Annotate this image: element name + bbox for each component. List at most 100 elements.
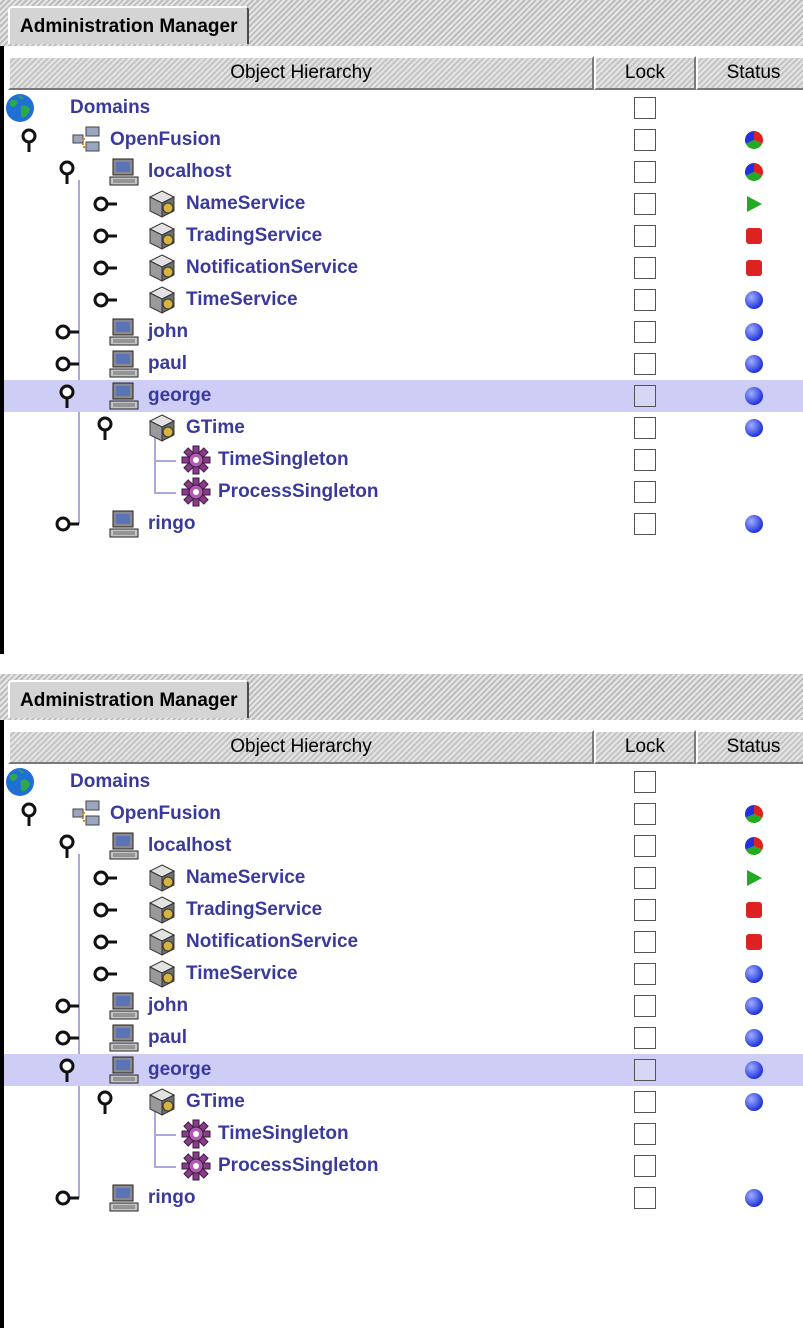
expanded-handle-icon[interactable] [52,157,82,187]
tree-node-label[interactable]: localhost [148,830,231,862]
lock-checkbox[interactable] [634,97,656,119]
tree-node-label[interactable]: NotificationService [186,926,358,958]
lock-checkbox[interactable] [634,449,656,471]
lock-checkbox[interactable] [634,129,656,151]
tree-node-label[interactable]: george [148,1054,211,1086]
tree-row-processsingleton[interactable]: ProcessSingleton [4,1150,803,1182]
lock-checkbox[interactable] [634,771,656,793]
tree-node-label[interactable]: TimeSingleton [218,444,349,476]
collapsed-handle-icon[interactable] [52,317,82,347]
tree-row-tradingservice[interactable]: TradingService [4,894,803,926]
tree-node-label[interactable]: george [148,380,211,412]
tab-administration-manager[interactable]: Administration Manager [8,680,250,718]
tree-node-label[interactable]: paul [148,1022,187,1054]
lock-checkbox[interactable] [634,995,656,1017]
tree-row-tradingservice[interactable]: TradingService [4,220,803,252]
collapsed-handle-icon[interactable] [90,189,120,219]
tree-node-label[interactable]: paul [148,348,187,380]
tree-node-label[interactable]: ringo [148,1182,196,1214]
expanded-handle-icon[interactable] [52,1055,82,1085]
lock-checkbox[interactable] [634,1027,656,1049]
lock-checkbox[interactable] [634,1059,656,1081]
lock-checkbox[interactable] [634,513,656,535]
lock-checkbox[interactable] [634,353,656,375]
tree-node-label[interactable]: TimeService [186,958,298,990]
lock-checkbox[interactable] [634,1187,656,1209]
tree-row-john[interactable]: john [4,990,803,1022]
tree-node-label[interactable]: ringo [148,508,196,540]
collapsed-handle-icon[interactable] [90,863,120,893]
tree-node-label[interactable]: TimeSingleton [218,1118,349,1150]
lock-checkbox[interactable] [634,161,656,183]
tree-node-label[interactable]: NotificationService [186,252,358,284]
expanded-handle-icon[interactable] [52,831,82,861]
lock-checkbox[interactable] [634,867,656,889]
column-header-status[interactable]: Status [696,56,803,90]
collapsed-handle-icon[interactable] [90,221,120,251]
column-header-lock[interactable]: Lock [594,56,696,90]
tree-row-domains[interactable]: Domains [4,766,803,798]
tree-row-openfusion[interactable]: OpenFusion [4,798,803,830]
expanded-handle-icon[interactable] [14,799,44,829]
collapsed-handle-icon[interactable] [52,349,82,379]
lock-checkbox[interactable] [634,1091,656,1113]
tree-row-localhost[interactable]: localhost [4,156,803,188]
tree-row-nameservice[interactable]: NameService [4,862,803,894]
lock-checkbox[interactable] [634,321,656,343]
tree-row-openfusion[interactable]: OpenFusion [4,124,803,156]
expanded-handle-icon[interactable] [90,1087,120,1117]
tree-row-timesingleton[interactable]: TimeSingleton [4,444,803,476]
lock-checkbox[interactable] [634,803,656,825]
lock-checkbox[interactable] [634,257,656,279]
tree-row-george[interactable]: george [4,1054,803,1086]
collapsed-handle-icon[interactable] [52,1023,82,1053]
tree-row-george[interactable]: george [4,380,803,412]
lock-checkbox[interactable] [634,899,656,921]
tree-row-timeservice[interactable]: TimeService [4,284,803,316]
tree-row-nameservice[interactable]: NameService [4,188,803,220]
collapsed-handle-icon[interactable] [52,509,82,539]
lock-checkbox[interactable] [634,1155,656,1177]
tree-row-paul[interactable]: paul [4,348,803,380]
expanded-handle-icon[interactable] [52,381,82,411]
column-header-object-hierarchy[interactable]: Object Hierarchy [8,56,594,90]
tree-row-ringo[interactable]: ringo [4,508,803,540]
tree-row-processsingleton[interactable]: ProcessSingleton [4,476,803,508]
column-header-object-hierarchy[interactable]: Object Hierarchy [8,730,594,764]
tree-node-label[interactable]: OpenFusion [110,124,221,156]
collapsed-handle-icon[interactable] [52,1183,82,1213]
lock-checkbox[interactable] [634,481,656,503]
tree-node-label[interactable]: john [148,316,188,348]
tree-row-timeservice[interactable]: TimeService [4,958,803,990]
lock-checkbox[interactable] [634,417,656,439]
tree-node-label[interactable]: GTime [186,1086,245,1118]
tree-row-domains[interactable]: Domains [4,92,803,124]
tree-row-paul[interactable]: paul [4,1022,803,1054]
tree-row-ringo[interactable]: ringo [4,1182,803,1214]
tree-node-label[interactable]: TradingService [186,220,322,252]
collapsed-handle-icon[interactable] [90,895,120,925]
expanded-handle-icon[interactable] [90,413,120,443]
lock-checkbox[interactable] [634,963,656,985]
tree-node-label[interactable]: john [148,990,188,1022]
collapsed-handle-icon[interactable] [90,927,120,957]
tree-row-notificationservice[interactable]: NotificationService [4,926,803,958]
column-header-lock[interactable]: Lock [594,730,696,764]
collapsed-handle-icon[interactable] [90,959,120,989]
lock-checkbox[interactable] [634,385,656,407]
collapsed-handle-icon[interactable] [90,253,120,283]
tree-row-gtime[interactable]: GTime [4,412,803,444]
lock-checkbox[interactable] [634,1123,656,1145]
tree-node-label[interactable]: NameService [186,862,305,894]
tree-node-label[interactable]: OpenFusion [110,798,221,830]
tree-row-john[interactable]: john [4,316,803,348]
lock-checkbox[interactable] [634,193,656,215]
expanded-handle-icon[interactable] [14,125,44,155]
tree-row-timesingleton[interactable]: TimeSingleton [4,1118,803,1150]
tree-node-label[interactable]: localhost [148,156,231,188]
tree-node-label[interactable]: TradingService [186,894,322,926]
tree-node-label[interactable]: ProcessSingleton [218,1150,379,1182]
lock-checkbox[interactable] [634,835,656,857]
tree-row-localhost[interactable]: localhost [4,830,803,862]
tree-node-label[interactable]: ProcessSingleton [218,476,379,508]
